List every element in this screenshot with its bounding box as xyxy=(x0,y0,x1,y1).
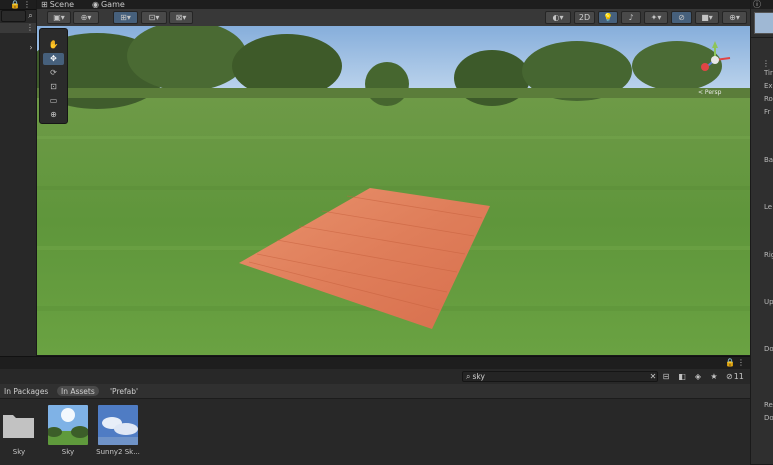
folder-icon xyxy=(3,415,34,438)
grid-snap-icon: ⊞▾ xyxy=(120,12,131,22)
scene-viewport[interactable]: ✋ ✥ ⟳ ⊡ ▭ ⊕ < Persp xyxy=(37,26,750,355)
shading-sphere-icon: ◐▾ xyxy=(552,12,564,22)
audio-toggle[interactable]: ♪ xyxy=(621,11,641,24)
project-panel: 🔒 ⋮ ⌕ sky ✕ ⊟ ◧ ◈ ★ ⊘ 11 In Packages In … xyxy=(0,356,750,465)
inspector-label: Ba xyxy=(764,156,773,164)
hierarchy-search-input[interactable]: ⌕ xyxy=(1,10,33,22)
inspector-label: Up xyxy=(764,298,773,306)
asset-label: Sky xyxy=(61,448,75,456)
filter-prefab[interactable]: 'Prefab' xyxy=(106,386,142,396)
toggle-2d-button[interactable]: 2D xyxy=(574,11,595,24)
search-by-type-icon[interactable]: ◧ xyxy=(677,372,687,382)
lightbulb-icon: 💡 xyxy=(603,12,613,22)
hand-tool-icon[interactable]: ✋ xyxy=(43,39,64,51)
inspector-divider xyxy=(751,37,773,38)
rect-tool-icon[interactable]: ▭ xyxy=(43,95,64,107)
grid-icon: ⊞ xyxy=(41,0,48,9)
inspector-tab[interactable]: ⓘ xyxy=(751,0,773,9)
inspector-menu-icon[interactable]: ⋮ xyxy=(762,60,770,68)
inspector-label: Ro xyxy=(764,95,773,103)
search-icon: ⌕ xyxy=(28,11,33,20)
inspector-label: Re xyxy=(764,401,773,409)
move-tool-icon[interactable]: ✥ xyxy=(43,53,64,65)
pivot-dropdown[interactable]: ⊕▾ xyxy=(73,11,99,24)
expand-arrow-icon[interactable]: › xyxy=(28,44,34,52)
search-scope-bar: In Packages In Assets 'Prefab' xyxy=(0,384,750,399)
tab-scene-label: Scene xyxy=(49,0,75,9)
lighting-toggle[interactable]: 💡 xyxy=(598,11,618,24)
transform-tool-icon[interactable]: ⊕ xyxy=(43,109,64,121)
draw-mode-icon: ▣▾ xyxy=(53,12,65,22)
more-menu-icon[interactable]: ⋮ xyxy=(23,1,31,9)
inspector-label: Ex xyxy=(764,82,773,90)
snap-icon: ⊡▾ xyxy=(148,12,160,22)
inspector-label: Tir xyxy=(764,69,773,77)
camera-dropdown[interactable]: ■▾ xyxy=(695,11,719,24)
rotate-tool-icon[interactable]: ⟳ xyxy=(43,67,64,79)
gizmos-globe-icon: ⊕▾ xyxy=(729,12,740,22)
clear-search-icon[interactable]: ✕ xyxy=(649,373,657,381)
grid-snap-dropdown[interactable]: ⊞▾ xyxy=(113,11,138,24)
tab-game-label: Game xyxy=(100,0,125,9)
globe-icon: ⊕▾ xyxy=(80,12,92,22)
toggle-2d-label: 2D xyxy=(578,13,591,22)
lock-icon[interactable]: 🔒 xyxy=(10,1,20,9)
skybox-preview-icon xyxy=(98,405,138,445)
project-header: 🔒 ⋮ xyxy=(0,357,750,369)
hidden-count: 11 xyxy=(733,372,744,381)
asset-label: Sunny2 Sk... xyxy=(96,448,140,456)
lock-icon[interactable]: 🔒 xyxy=(725,359,735,367)
tab-scene[interactable]: ⊞ Scene xyxy=(41,0,74,9)
project-search-value: sky xyxy=(472,372,485,381)
more-menu-icon[interactable]: ⋮ xyxy=(737,359,745,367)
inspector-label: Do xyxy=(764,345,773,353)
inspector-label: Fr xyxy=(764,108,771,116)
save-search-icon[interactable]: ⊟ xyxy=(661,372,671,382)
filter-in-packages[interactable]: In Packages xyxy=(0,386,52,396)
inspector-label: Rig xyxy=(764,251,773,259)
hidden-packages-toggle[interactable]: ⊘ 11 xyxy=(726,372,744,382)
inspector-panel: ⓘ ⋮ Tir Ex Ro Fr Ba Le Rig Up Do Re Do xyxy=(750,0,773,464)
asset-skybox-sky[interactable] xyxy=(48,405,88,445)
transform-tools: ✋ ✥ ⟳ ⊡ ▭ ⊕ xyxy=(39,28,68,124)
material-preview-thumb xyxy=(754,12,773,34)
effects-icon: ✦▾ xyxy=(650,12,662,22)
asset-skybox-sunny2[interactable] xyxy=(98,405,138,445)
inspector-label: Do xyxy=(764,414,773,422)
info-icon: ⓘ xyxy=(753,0,761,9)
scale-tool-icon[interactable]: ⊡ xyxy=(43,81,64,93)
hierarchy-row[interactable]: ⋮ xyxy=(0,23,36,33)
orientation-gizmo[interactable] xyxy=(697,40,737,86)
row-menu-icon[interactable]: ⋮ xyxy=(26,24,34,32)
gizmos-dropdown[interactable]: ⊕▾ xyxy=(722,11,747,24)
camera-icon: ■▾ xyxy=(701,12,713,22)
draw-mode-dropdown[interactable]: ▣▾ xyxy=(47,11,71,24)
shading-mode-dropdown[interactable]: ◐▾ xyxy=(545,11,571,24)
asset-folder-sky[interactable] xyxy=(0,405,40,445)
search-by-label-icon[interactable]: ◈ xyxy=(693,372,703,382)
eye-slash-icon: ⊘ xyxy=(678,12,685,22)
scale-snap-icon: ⊠▾ xyxy=(175,12,187,22)
scene-render xyxy=(37,26,750,355)
eye-slash-icon: ⊘ xyxy=(726,372,733,381)
scale-snap-dropdown[interactable]: ⊠▾ xyxy=(169,11,193,24)
scene-toolbar: ▣▾ ⊕▾ ⊞▾ ⊡▾ ⊠▾ ◐▾ 2D 💡 ♪ ✦▾ ⊘ ■▾ ⊕▾ xyxy=(37,9,750,27)
hierarchy-panel: 🔒 ⋮ ⌕ ⋮ › xyxy=(0,0,36,356)
search-icon: ⌕ xyxy=(466,371,471,381)
effects-dropdown[interactable]: ✦▾ xyxy=(644,11,668,24)
speaker-icon: ♪ xyxy=(628,12,634,22)
gamepad-icon: ◉ xyxy=(92,0,99,9)
persp-label[interactable]: < Persp xyxy=(698,89,721,96)
favorite-star-icon[interactable]: ★ xyxy=(709,372,719,382)
project-search-input[interactable]: ⌕ sky ✕ xyxy=(462,371,658,382)
tab-game[interactable]: ◉ Game xyxy=(92,0,125,9)
inspector-label: Le xyxy=(764,203,773,211)
hierarchy-header: 🔒 ⋮ xyxy=(0,0,36,10)
skybox-preview-icon xyxy=(48,405,88,445)
filter-in-assets[interactable]: In Assets xyxy=(57,386,99,396)
scene-visibility-toggle[interactable]: ⊘ xyxy=(671,11,692,24)
snap-increment-dropdown[interactable]: ⊡▾ xyxy=(141,11,167,24)
asset-label: Sky xyxy=(12,448,26,456)
scene-tab-bar: ⊞ Scene ◉ Game xyxy=(37,0,750,9)
